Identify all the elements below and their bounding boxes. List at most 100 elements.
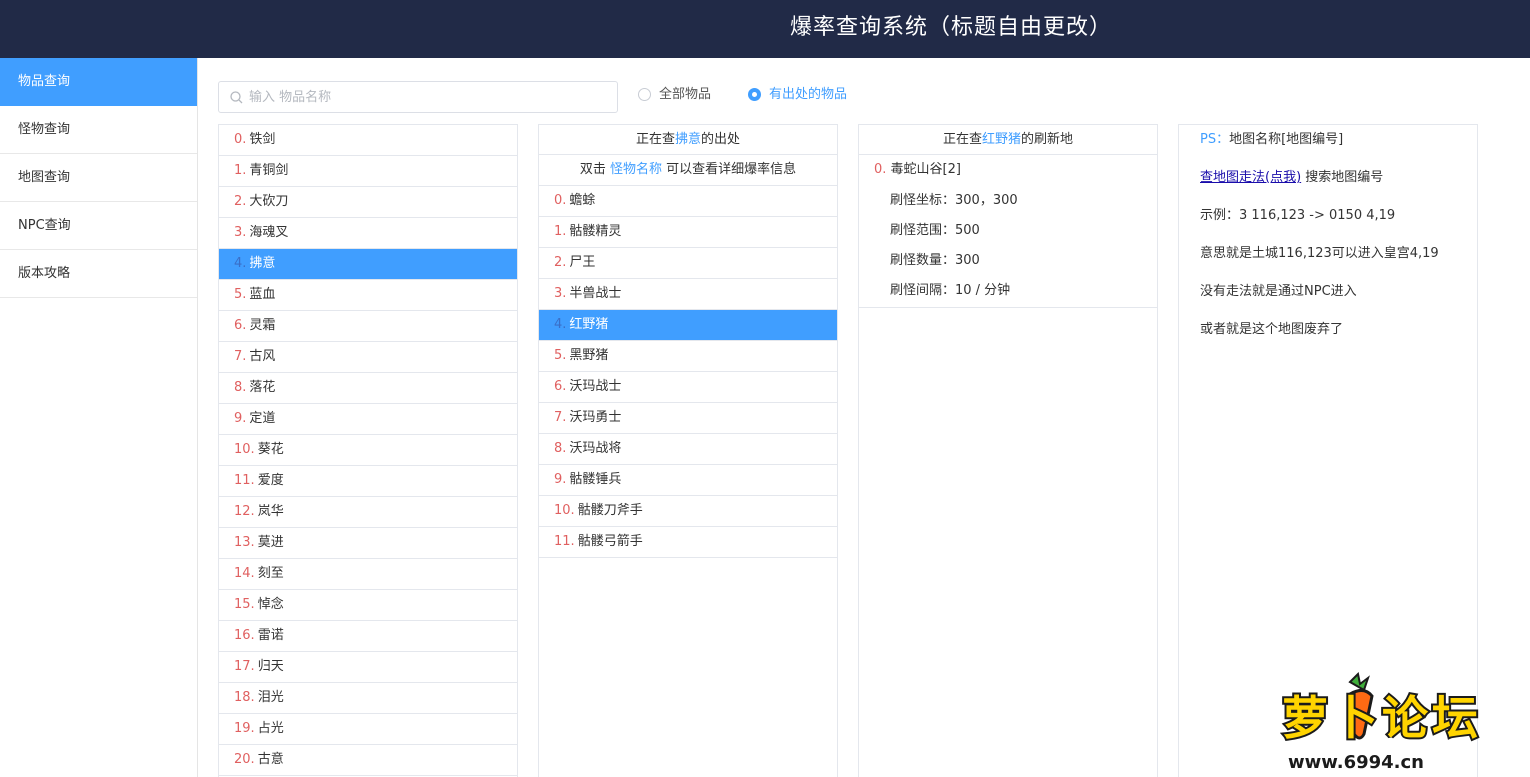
item-row-name: 拂意 [249, 256, 276, 271]
item-row-index: 8. [234, 380, 247, 395]
items-list-panel: 0. 铁剑 1. 青铜剑 2. 大砍刀 3. 海魂叉 4. 拂意 5. 蓝血 6. 灵霜 7. 古风 8. 落花 9… [218, 124, 518, 777]
item-row[interactable]: 17. 归天 [219, 652, 517, 683]
item-row[interactable]: 10. 葵花 [219, 435, 517, 466]
item-row[interactable]: 15. 悼念 [219, 590, 517, 621]
item-row-name: 古风 [249, 349, 276, 364]
header-prefix: 正在查 [635, 132, 675, 147]
item-row-name: 铁剑 [249, 132, 276, 147]
monster-row-name: 骷髅锤兵 [569, 472, 622, 487]
radio-circle[interactable] [638, 87, 651, 101]
item-row[interactable]: 8. 落花 [219, 373, 517, 404]
map-route-link[interactable]: 查地图走法(点我) [1200, 170, 1301, 185]
monster-row-name: 尸王 [569, 255, 596, 270]
item-row-index: 14. [234, 566, 255, 581]
monster-row-index: 6. [554, 379, 567, 394]
link-suffix: 搜索地图编号 [1301, 170, 1384, 185]
monster-row[interactable]: 5. 黑野猪 [539, 341, 837, 372]
monster-row[interactable]: 6. 沃玛战士 [539, 372, 837, 403]
item-row[interactable]: 7. 古风 [219, 342, 517, 373]
ps-note: PS：地图名称[地图编号] [1200, 130, 1343, 150]
item-row[interactable]: 9. 定道 [219, 404, 517, 435]
monster-row[interactable]: 1. 骷髅精灵 [539, 217, 837, 248]
item-row-name: 定道 [249, 411, 276, 426]
item-row[interactable]: 12. 岚华 [219, 497, 517, 528]
map-entry[interactable]: 0. 毒蛇山谷[2] [859, 155, 1157, 186]
item-row[interactable]: 4. 拂意 [219, 249, 517, 280]
monster-row[interactable]: 0. 蟾蜍 [539, 186, 837, 217]
monster-row-index: 5. [554, 348, 567, 363]
item-row-name: 葵花 [257, 442, 284, 457]
monster-row-index: 3. [554, 286, 567, 301]
item-row[interactable]: 0. 铁剑 [219, 125, 517, 156]
item-row-index: 11. [234, 473, 255, 488]
radio-all-items[interactable]: 全部物品 [638, 86, 711, 104]
item-row-index: 6. [234, 318, 247, 333]
item-row[interactable]: 11. 爱度 [219, 466, 517, 497]
sidebar-item-guide[interactable]: 版本攻略 [0, 250, 197, 298]
item-row-index: 20. [234, 752, 255, 767]
item-row[interactable]: 14. 刻至 [219, 559, 517, 590]
item-row[interactable]: 6. 灵霜 [219, 311, 517, 342]
item-row[interactable]: 3. 海魂叉 [219, 218, 517, 249]
monster-row-name: 红野猪 [569, 317, 609, 332]
monster-row-index: 4. [554, 317, 567, 332]
monster-row[interactable]: 2. 尸王 [539, 248, 837, 279]
app-header: 爆率查询系统（标题自由更改） [0, 0, 1530, 58]
radio-circle[interactable] [748, 87, 761, 101]
monster-row-name: 骷髅弓箭手 [577, 534, 643, 549]
item-row[interactable]: 13. 莫进 [219, 528, 517, 559]
monster-row-name: 沃玛战将 [569, 441, 622, 456]
item-row[interactable]: 1. 青铜剑 [219, 156, 517, 187]
monster-row[interactable]: 9. 骷髅锤兵 [539, 465, 837, 496]
spawn-range: 刷怪范围：500 [890, 223, 980, 238]
monster-row-index: 0. [554, 193, 567, 208]
hint-prefix: 双击 [579, 162, 606, 177]
item-row-index: 17. [234, 659, 255, 674]
monster-row[interactable]: 11. 骷髅弓箭手 [539, 527, 837, 558]
item-row-index: 4. [234, 256, 247, 271]
monster-row-name: 半兽战士 [569, 286, 622, 301]
item-row[interactable]: 2. 大砍刀 [219, 187, 517, 218]
sidebar-item-item-query[interactable]: 物品查询 [0, 58, 197, 106]
monster-row-name: 沃玛勇士 [569, 410, 622, 425]
npc-note: 没有走法就是通过NPC进入 [1200, 284, 1357, 299]
item-row-index: 9. [234, 411, 247, 426]
item-row-name: 蓝血 [249, 287, 276, 302]
item-row[interactable]: 5. 蓝血 [219, 280, 517, 311]
monster-row[interactable]: 4. 红野猪 [539, 310, 837, 341]
search-input[interactable] [249, 82, 609, 112]
map-entry-name: 毒蛇山谷[2] [890, 162, 961, 177]
item-row-index: 13. [234, 535, 255, 550]
item-row-index: 1. [234, 163, 247, 178]
monster-row-index: 8. [554, 441, 567, 456]
item-row-name: 海魂叉 [249, 225, 289, 240]
sidebar-item-monster-query[interactable]: 怪物查询 [0, 106, 197, 154]
sidebar-item-npc-query[interactable]: NPC查询 [0, 202, 197, 250]
item-row[interactable]: 16. 雷诺 [219, 621, 517, 652]
item-row-name: 爱度 [257, 473, 284, 488]
monster-row[interactable]: 7. 沃玛勇士 [539, 403, 837, 434]
ps-label: PS： [1200, 132, 1230, 147]
meaning-text: 意思就是土城116,123可以进入皇宫4,19 [1200, 246, 1439, 261]
item-row-index: 10. [234, 442, 255, 457]
spawn-interval: 刷怪间隔：10 / 分钟 [890, 283, 1011, 298]
monster-row[interactable]: 3. 半兽战士 [539, 279, 837, 310]
item-row[interactable]: 18. 泪光 [219, 683, 517, 714]
current-monster-name: 红野猪 [981, 132, 1021, 147]
item-row[interactable]: 20. 古意 [219, 745, 517, 776]
item-row-index: 19. [234, 721, 255, 736]
item-row[interactable]: 19. 占光 [219, 714, 517, 745]
monster-row-name: 骷髅精灵 [569, 224, 622, 239]
item-row-index: 2. [234, 194, 247, 209]
radio-items-with-source[interactable]: 有出处的物品 [748, 86, 847, 104]
monster-row[interactable]: 8. 沃玛战将 [539, 434, 837, 465]
hint-suffix: 可以查看详细爆率信息 [666, 162, 797, 177]
sidebar-item-map-query[interactable]: 地图查询 [0, 154, 197, 202]
current-item-name: 拂意 [674, 132, 701, 147]
item-row-name: 落花 [249, 380, 276, 395]
monster-row[interactable]: 10. 骷髅刀斧手 [539, 496, 837, 527]
item-row-name: 灵霜 [249, 318, 276, 333]
header-prefix: 正在查 [942, 132, 982, 147]
divider [859, 306, 1157, 308]
item-row-index: 15. [234, 597, 255, 612]
